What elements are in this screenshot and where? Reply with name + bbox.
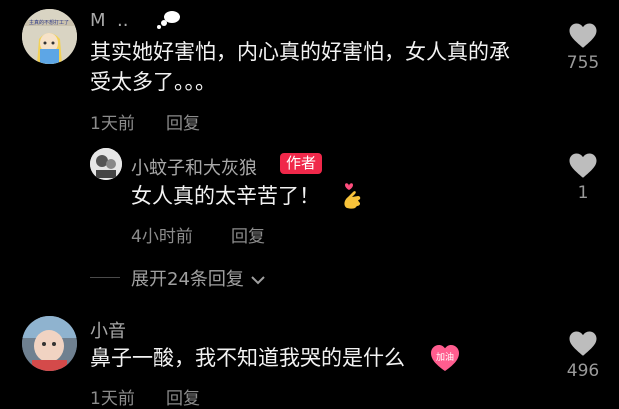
expand-divider [90,277,120,278]
chevron-down-icon [250,276,265,285]
comment-time: 1天前 [90,389,135,409]
like-button[interactable]: 755 [558,22,608,73]
reply-button[interactable]: 回复 [231,222,265,247]
comment-text: 鼻子一酸，我不知道我哭的是什么 [90,346,405,370]
like-count: 496 [566,361,600,381]
reply-button[interactable]: 回复 [166,384,200,409]
comment-text-line: 其实她好害怕，内心真的好害怕，女人真的承 [90,40,510,64]
comment-time: 1天前 [90,114,135,134]
avatar-caption: 主真的不想打工了 [29,19,69,26]
avatar[interactable] [90,148,122,180]
author-badge: 作者 [280,153,323,174]
finger-heart-emoji [344,183,361,209]
heart-icon [569,23,597,48]
comment-username[interactable]: M .. [90,10,128,31]
comment-text: 女人真的太辛苦了！ [131,184,320,208]
sticker-text: 加油 [436,351,454,363]
avatar[interactable] [22,316,77,371]
reply-button[interactable]: 回复 [166,109,200,134]
comment-username[interactable]: 小蚊子和大灰狼 [131,154,257,180]
like-count: 755 [566,53,600,73]
heart-icon [569,153,597,178]
like-count: 1 [577,183,589,203]
comment-text-line: 受太多了。。。 [90,70,216,94]
comment-username[interactable]: 小音 [90,317,126,343]
like-button[interactable]: 1 [558,152,608,203]
thought-bubble-icon [157,11,180,29]
like-button[interactable]: 496 [558,330,608,381]
heart-icon [569,331,597,356]
cheer-sticker-icon: 加油 [431,345,459,371]
expand-replies-label: 展开24条回复 [131,269,244,290]
avatar[interactable]: 主真的不想打工了 [22,9,77,64]
expand-replies-button[interactable]: 展开24条回复 [131,265,266,291]
comment-time: 4小时前 [131,227,193,247]
